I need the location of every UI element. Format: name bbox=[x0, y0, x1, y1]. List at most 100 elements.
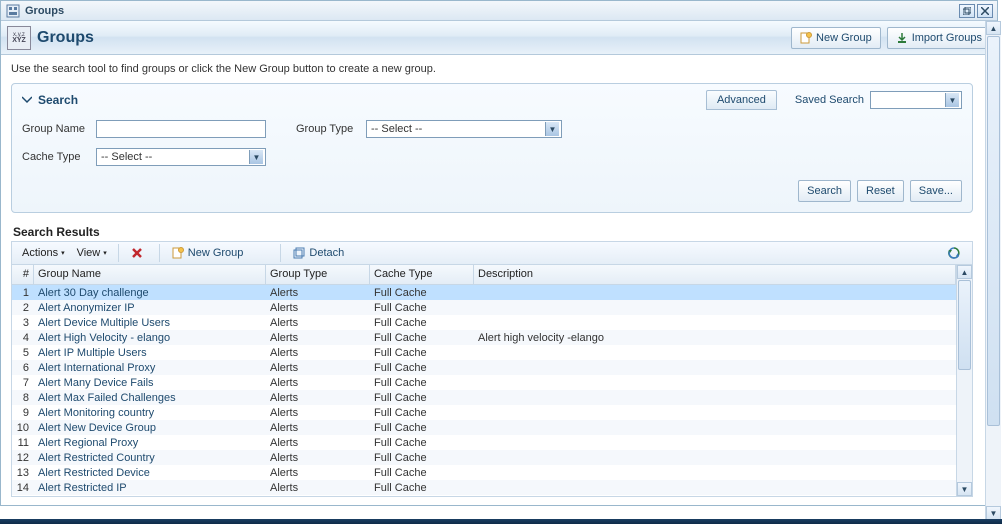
cell-name-link[interactable]: Alert Max Failed Challenges bbox=[34, 392, 266, 404]
cell-num: 5 bbox=[12, 347, 34, 359]
detach-label: Detach bbox=[309, 247, 344, 259]
cell-type: Alerts bbox=[266, 422, 370, 434]
table-row[interactable]: 1Alert 30 Day challengeAlertsFull Cache bbox=[12, 285, 956, 300]
cell-name-link[interactable]: Alert Device Multiple Users bbox=[34, 317, 266, 329]
col-cache[interactable]: Cache Type bbox=[370, 265, 474, 284]
detach-icon bbox=[293, 247, 305, 259]
cell-num: 11 bbox=[12, 437, 34, 449]
cell-cache: Full Cache bbox=[370, 392, 474, 404]
reset-button[interactable]: Reset bbox=[857, 180, 904, 202]
new-group-button[interactable]: New Group bbox=[791, 27, 881, 49]
cell-type: Alerts bbox=[266, 452, 370, 464]
cell-name-link[interactable]: Alert Many Device Fails bbox=[34, 377, 266, 389]
cell-name-link[interactable]: Alert New Device Group bbox=[34, 422, 266, 434]
cell-num: 9 bbox=[12, 407, 34, 419]
groups-window: Groups x,y,zXYZ Groups New Group Import … bbox=[0, 0, 998, 506]
refresh-button[interactable] bbox=[940, 244, 968, 262]
col-type[interactable]: Group Type bbox=[266, 265, 370, 284]
cell-num: 4 bbox=[12, 332, 34, 344]
new-icon bbox=[800, 32, 812, 44]
panel-scrollbar[interactable]: ▲ ▼ bbox=[985, 21, 1001, 520]
table-row[interactable]: 2Alert Anonymizer IPAlertsFull Cache bbox=[12, 300, 956, 315]
grid-scrollbar[interactable]: ▲ ▼ bbox=[956, 265, 972, 496]
cache-type-select[interactable]: -- Select -- ▼ bbox=[96, 148, 266, 166]
col-num[interactable]: # bbox=[12, 265, 34, 284]
cell-cache: Full Cache bbox=[370, 437, 474, 449]
cell-name-link[interactable]: Alert Regional Proxy bbox=[34, 437, 266, 449]
cache-type-label: Cache Type bbox=[22, 151, 96, 163]
cell-name-link[interactable]: Alert Monitoring country bbox=[34, 407, 266, 419]
table-row[interactable]: 5Alert IP Multiple UsersAlertsFull Cache bbox=[12, 345, 956, 360]
cell-type: Alerts bbox=[266, 482, 370, 494]
view-menu[interactable]: View▾ bbox=[71, 245, 113, 261]
table-row[interactable]: 9Alert Monitoring countryAlertsFull Cach… bbox=[12, 405, 956, 420]
titlebar: Groups bbox=[1, 1, 997, 21]
cell-num: 13 bbox=[12, 467, 34, 479]
footer-bar bbox=[0, 519, 1002, 524]
cell-cache: Full Cache bbox=[370, 452, 474, 464]
cell-num: 3 bbox=[12, 317, 34, 329]
cell-type: Alerts bbox=[266, 407, 370, 419]
cell-type: Alerts bbox=[266, 437, 370, 449]
cell-name-link[interactable]: Alert International Proxy bbox=[34, 362, 266, 374]
view-menu-label: View bbox=[77, 247, 101, 259]
cell-num: 14 bbox=[12, 482, 34, 494]
intro-text: Use the search tool to find groups or cl… bbox=[11, 63, 973, 75]
table-row[interactable]: 13Alert Restricted DeviceAlertsFull Cach… bbox=[12, 465, 956, 480]
cell-name-link[interactable]: Alert Anonymizer IP bbox=[34, 302, 266, 314]
scroll-down-icon[interactable]: ▼ bbox=[986, 506, 1001, 520]
chevron-down-icon: ▼ bbox=[249, 150, 263, 164]
cell-num: 2 bbox=[12, 302, 34, 314]
cell-num: 10 bbox=[12, 422, 34, 434]
titlebar-title: Groups bbox=[25, 5, 64, 17]
scroll-up-icon[interactable]: ▲ bbox=[957, 265, 972, 279]
scroll-thumb[interactable] bbox=[987, 36, 1000, 426]
delete-icon bbox=[131, 247, 143, 259]
table-row[interactable]: 7Alert Many Device FailsAlertsFull Cache bbox=[12, 375, 956, 390]
save-search-button[interactable]: Save... bbox=[910, 180, 962, 202]
table-row[interactable]: 8Alert Max Failed ChallengesAlertsFull C… bbox=[12, 390, 956, 405]
toolbar-new-group-label: New Group bbox=[188, 247, 244, 259]
table-row[interactable]: 3Alert Device Multiple UsersAlertsFull C… bbox=[12, 315, 956, 330]
scroll-up-icon[interactable]: ▲ bbox=[986, 21, 1001, 35]
table-row[interactable]: 6Alert International ProxyAlertsFull Cac… bbox=[12, 360, 956, 375]
close-button[interactable] bbox=[977, 4, 993, 18]
cell-name-link[interactable]: Alert Restricted Country bbox=[34, 452, 266, 464]
table-row[interactable]: 10Alert New Device GroupAlertsFull Cache bbox=[12, 420, 956, 435]
group-name-input[interactable] bbox=[96, 120, 266, 138]
toolbar-new-group-button[interactable]: New Group bbox=[165, 245, 251, 261]
table-row[interactable]: 12Alert Restricted CountryAlertsFull Cac… bbox=[12, 450, 956, 465]
cell-name-link[interactable]: Alert High Velocity - elango bbox=[34, 332, 266, 344]
cell-name-link[interactable]: Alert Restricted Device bbox=[34, 467, 266, 479]
cell-cache: Full Cache bbox=[370, 317, 474, 329]
table-row[interactable]: 11Alert Regional ProxyAlertsFull Cache bbox=[12, 435, 956, 450]
cell-num: 1 bbox=[12, 287, 34, 299]
cell-name-link[interactable]: Alert 30 Day challenge bbox=[34, 287, 266, 299]
cell-type: Alerts bbox=[266, 287, 370, 299]
scroll-down-icon[interactable]: ▼ bbox=[957, 482, 972, 496]
search-disclose-icon[interactable] bbox=[22, 94, 34, 106]
col-desc[interactable]: Description bbox=[474, 265, 956, 284]
table-row[interactable]: 14Alert Restricted IPAlertsFull Cache bbox=[12, 480, 956, 495]
advanced-link[interactable]: Advanced bbox=[706, 90, 777, 110]
group-name-label: Group Name bbox=[22, 123, 96, 135]
groups-titlebar-icon bbox=[5, 3, 21, 19]
detach-button[interactable]: Detach bbox=[286, 245, 351, 261]
scroll-thumb[interactable] bbox=[958, 280, 971, 370]
actions-menu[interactable]: Actions▾ bbox=[16, 245, 71, 261]
cell-type: Alerts bbox=[266, 362, 370, 374]
cell-name-link[interactable]: Alert IP Multiple Users bbox=[34, 347, 266, 359]
import-groups-button[interactable]: Import Groups bbox=[887, 27, 991, 49]
cell-type: Alerts bbox=[266, 302, 370, 314]
delete-button[interactable] bbox=[124, 245, 154, 261]
cell-name-link[interactable]: Alert Restricted IP bbox=[34, 482, 266, 494]
saved-search-select[interactable]: ▼ bbox=[870, 91, 962, 109]
page-header: x,y,zXYZ Groups New Group Import Groups bbox=[1, 21, 997, 55]
group-type-label: Group Type bbox=[296, 123, 366, 135]
table-row[interactable]: 4Alert High Velocity - elangoAlertsFull … bbox=[12, 330, 956, 345]
actions-menu-label: Actions bbox=[22, 247, 58, 259]
search-button[interactable]: Search bbox=[798, 180, 851, 202]
col-name[interactable]: Group Name bbox=[34, 265, 266, 284]
group-type-select[interactable]: -- Select -- ▼ bbox=[366, 120, 562, 138]
restore-button[interactable] bbox=[959, 4, 975, 18]
